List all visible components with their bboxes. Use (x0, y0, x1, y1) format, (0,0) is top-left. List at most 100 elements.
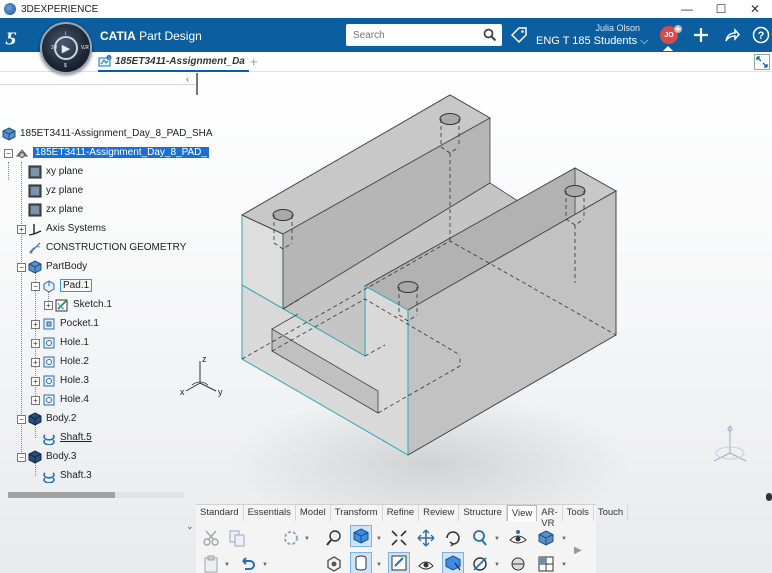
user-name[interactable]: Julia Olson (594, 23, 640, 33)
view-mode-button[interactable] (350, 525, 372, 547)
dropdown-arrow-icon[interactable]: ▼ (494, 536, 500, 542)
robot-compass-icon[interactable] (708, 423, 752, 467)
expand-hole-2-button[interactable]: + (31, 358, 40, 367)
multi-view-button[interactable] (535, 553, 557, 573)
tab-structure[interactable]: Structure (459, 505, 507, 521)
capture-button[interactable] (442, 552, 464, 573)
side-panel-handle[interactable] (766, 493, 772, 501)
collapse-tree-icon[interactable]: ‹ (186, 74, 189, 84)
collab-space-dropdown[interactable]: ENG T 185 Students ⌵ (536, 35, 649, 48)
tab-review[interactable]: Review (419, 505, 460, 521)
collapse-part-button[interactable]: − (4, 149, 13, 158)
share-button[interactable] (721, 24, 743, 46)
tab-touch[interactable]: Touch (594, 505, 629, 521)
maximize-button[interactable]: ☐ (704, 0, 738, 18)
add-button[interactable] (690, 24, 712, 46)
expand-hole-4-button[interactable]: + (31, 396, 40, 405)
tree-node-sketch[interactable]: Sketch.1 (55, 296, 112, 313)
zoom-in-out-button[interactable] (469, 527, 491, 549)
tree-node-xy-plane[interactable]: xy plane (28, 163, 83, 180)
snap-button[interactable] (280, 527, 302, 549)
tree-node-yz-plane[interactable]: yz plane (28, 182, 83, 199)
expand-axis-systems-button[interactable]: + (17, 225, 26, 234)
tree-node-partbody[interactable]: PartBody (28, 258, 87, 275)
hide-show-button[interactable] (388, 552, 410, 573)
copy-button[interactable] (226, 527, 248, 549)
search-icon[interactable] (483, 28, 497, 42)
scrollbar-thumb[interactable] (8, 492, 115, 498)
tab-transform[interactable]: Transform (331, 505, 383, 521)
minimize-button[interactable]: — (670, 0, 704, 18)
tab-ar-vr[interactable]: AR-VR (537, 505, 563, 529)
dropdown-arrow-icon[interactable]: ▼ (376, 536, 382, 542)
tab-refine[interactable]: Refine (383, 505, 420, 521)
tree-node-shaft-5[interactable]: Shaft.5 (42, 429, 92, 446)
dropdown-arrow-icon[interactable]: ▼ (494, 562, 500, 568)
tab-model[interactable]: Model (296, 505, 331, 521)
tree-root-product[interactable]: 185ET3411-Assignment_Day_8_PAD_SHA (2, 125, 213, 142)
tree-node-hole-3[interactable]: Hole.3 (42, 372, 89, 389)
render-style-button[interactable] (535, 527, 557, 549)
tab-essentials[interactable]: Essentials (244, 505, 296, 521)
tree-node-pad[interactable]: Pad.1 (42, 277, 93, 294)
hide-show-icon (391, 555, 407, 571)
dropdown-arrow-icon[interactable]: ▼ (304, 536, 310, 542)
compass-widget[interactable]: ▶ 3D V.R i $ (40, 22, 92, 74)
search-input[interactable] (353, 29, 483, 41)
swap-visible-space-button[interactable] (415, 553, 437, 573)
collapse-pad-button[interactable]: − (31, 282, 40, 291)
tree-part-node[interactable]: 185ET3411-Assignment_Day_8_PAD_ (15, 144, 209, 161)
dropdown-arrow-icon[interactable]: ▼ (262, 562, 268, 568)
tab-standard[interactable]: Standard (196, 505, 244, 521)
dropdown-arrow-icon[interactable]: ▼ (376, 562, 382, 568)
tree-node-body-3[interactable]: Body.3 (28, 448, 76, 465)
search-box[interactable] (346, 24, 502, 46)
rotate-button[interactable] (442, 527, 464, 549)
ds-logo[interactable]: ƽ (6, 26, 15, 45)
toolbar-next-icon[interactable]: ▶ (574, 545, 582, 556)
expand-pocket-button[interactable]: + (31, 320, 40, 329)
pan-button[interactable] (415, 527, 437, 549)
collapse-body-3-button[interactable]: − (17, 453, 26, 462)
tree-node-body-2[interactable]: Body.2 (28, 410, 76, 427)
tab-tools[interactable]: Tools (563, 505, 594, 521)
tree-node-construction-geometry[interactable]: CONSTRUCTION GEOMETRY (28, 239, 186, 256)
add-tab-button[interactable]: + (250, 54, 258, 69)
fit-all-button[interactable] (388, 527, 410, 549)
expand-hole-1-button[interactable]: + (31, 339, 40, 348)
help-button[interactable]: ? (750, 24, 772, 46)
tag-icon[interactable] (510, 26, 528, 44)
expand-sketch-button[interactable]: + (44, 301, 53, 310)
document-tab-bar: 1 185ET3411-Assignment_Da + (0, 52, 772, 72)
tree-horizontal-scrollbar[interactable] (8, 492, 184, 498)
paste-button[interactable] (200, 553, 222, 573)
dropdown-arrow-icon[interactable]: ▼ (224, 562, 230, 568)
tree-node-shaft-3[interactable]: Shaft.3 (42, 467, 92, 484)
normal-view-button[interactable] (323, 553, 345, 573)
expand-hole-3-button[interactable]: + (31, 377, 40, 386)
axis-triad[interactable]: z x y (178, 353, 228, 403)
perspective-button[interactable] (350, 552, 372, 573)
dropdown-arrow-icon[interactable]: ▼ (561, 562, 567, 568)
tab-view[interactable]: View (506, 505, 538, 521)
cut-button[interactable] (200, 527, 222, 549)
collapse-body-2-button[interactable]: − (17, 415, 26, 424)
tree-node-zx-plane[interactable]: zx plane (28, 201, 83, 218)
section-view-button[interactable] (469, 553, 491, 573)
panel-splitter[interactable] (196, 73, 198, 95)
dropdown-arrow-icon[interactable]: ▼ (561, 536, 567, 542)
tree-node-hole-1[interactable]: Hole.1 (42, 334, 89, 351)
fullscreen-button[interactable] (754, 54, 770, 70)
close-button[interactable]: ✕ (738, 0, 772, 18)
look-at-button[interactable] (507, 527, 529, 549)
lighting-button[interactable] (507, 553, 529, 573)
zoom-area-button[interactable] (323, 527, 345, 549)
tree-node-axis-systems[interactable]: Axis Systems (28, 220, 106, 237)
collapse-partbody-button[interactable]: − (17, 263, 26, 272)
tree-node-pocket[interactable]: Pocket.1 (42, 315, 99, 332)
document-tab[interactable]: 1 185ET3411-Assignment_Da (98, 52, 249, 72)
tree-node-hole-4[interactable]: Hole.4 (42, 391, 89, 408)
tree-node-hole-2[interactable]: Hole.2 (42, 353, 89, 370)
undo-button[interactable] (236, 553, 258, 573)
action-bar-chevron-icon[interactable]: ⌄ (186, 521, 194, 532)
